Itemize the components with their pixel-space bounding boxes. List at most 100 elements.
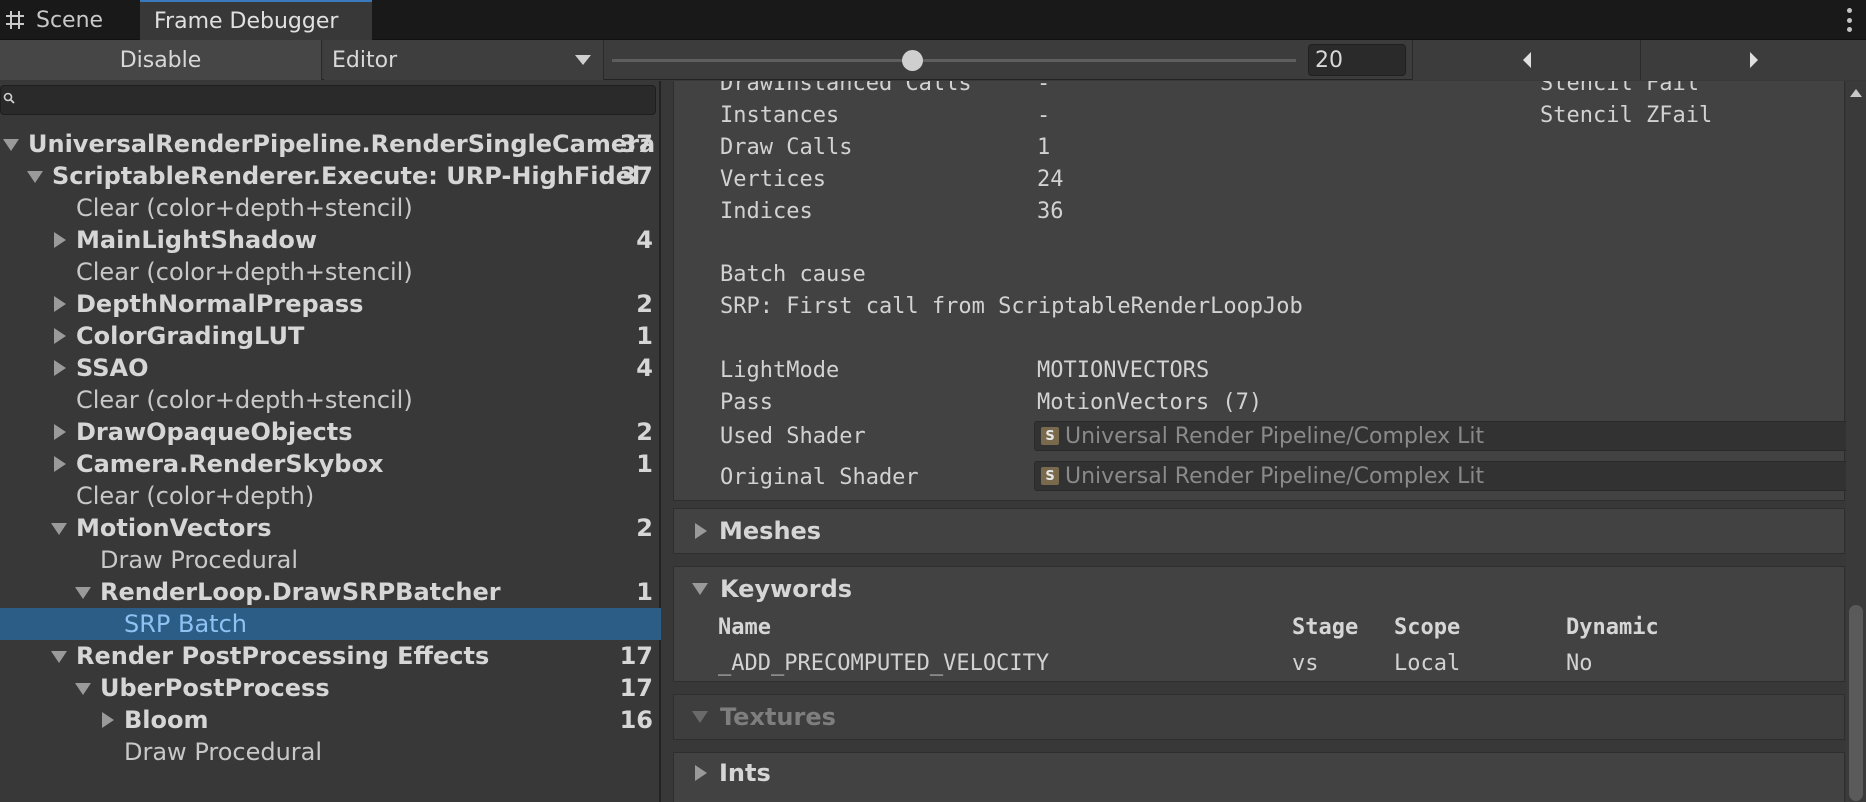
tree-row-count: 1 bbox=[636, 322, 653, 350]
pass-label: Pass bbox=[720, 389, 773, 415]
tree-row[interactable]: ColorGradingLUT 1 bbox=[0, 320, 661, 352]
chevron-down-icon[interactable] bbox=[0, 134, 22, 154]
search-icon bbox=[3, 92, 15, 104]
keywords-title: Keywords bbox=[720, 575, 853, 603]
tree-row-label: Render PostProcessing Effects bbox=[76, 642, 490, 670]
chevron-down-icon[interactable] bbox=[72, 582, 94, 602]
chevron-right-icon[interactable] bbox=[48, 294, 70, 314]
chevron-right-icon[interactable] bbox=[48, 422, 70, 442]
used-shader-value: Universal Render Pipeline/Complex Lit bbox=[1065, 423, 1485, 449]
keywords-foldout[interactable]: Keywords bbox=[674, 567, 852, 611]
tree-row[interactable]: RenderLoop.DrawSRPBatcher 1 bbox=[0, 576, 661, 608]
original-shader-field[interactable]: S Universal Render Pipeline/Complex Lit bbox=[1034, 461, 1866, 491]
instances-row: Instances - bbox=[720, 99, 1050, 131]
frame-number-value: 20 bbox=[1315, 47, 1343, 73]
arrow-left-icon bbox=[1522, 52, 1531, 68]
tree-row[interactable]: Clear (color+depth+stencil) bbox=[0, 192, 661, 224]
details-scrollbar[interactable] bbox=[1846, 81, 1866, 802]
draw-instanced-label: DrawInstanced Calls bbox=[720, 81, 972, 96]
search-input[interactable] bbox=[0, 85, 656, 115]
chevron-right-icon[interactable] bbox=[96, 710, 118, 730]
tree-row-label: RenderLoop.DrawSRPBatcher bbox=[100, 578, 501, 606]
kebab-menu-icon[interactable] bbox=[1846, 8, 1852, 32]
tree-row[interactable]: Render PostProcessing Effects 17 bbox=[0, 640, 661, 672]
instances-label: Instances bbox=[720, 102, 840, 128]
textures-foldout[interactable]: Textures bbox=[674, 695, 836, 739]
tree-row[interactable]: Draw Procedural bbox=[0, 736, 661, 768]
chevron-down-icon[interactable] bbox=[48, 646, 70, 666]
meshes-title: Meshes bbox=[719, 517, 822, 545]
tree-row[interactable]: DrawOpaqueObjects 2 bbox=[0, 416, 661, 448]
tree-row-count: 17 bbox=[619, 674, 653, 702]
tree-row-label: Draw Procedural bbox=[100, 546, 299, 574]
tree-row-count: 1 bbox=[636, 578, 653, 606]
tree-row-label: SRP Batch bbox=[124, 610, 247, 638]
indices-value: 36 bbox=[1037, 198, 1064, 224]
chevron-down-icon[interactable] bbox=[24, 166, 46, 186]
draw-instanced-value: - bbox=[1037, 81, 1051, 96]
event-hierarchy-panel: UniversalRenderPipeline.RenderSingleCame… bbox=[0, 81, 661, 802]
scrollbar-thumb[interactable] bbox=[1849, 605, 1863, 801]
chevron-down-icon bbox=[692, 583, 708, 595]
chevron-down-icon[interactable] bbox=[72, 678, 94, 698]
lightmode-row: LightMode MOTIONVECTORS bbox=[720, 354, 1209, 386]
tree-row[interactable]: ScriptableRenderer.Execute: URP-HighFide… bbox=[0, 160, 661, 192]
instances-value: - bbox=[1037, 102, 1051, 128]
chevron-right-icon[interactable] bbox=[48, 358, 70, 378]
batch-cause-value: SRP: First call from ScriptableRenderLoo… bbox=[720, 293, 1303, 319]
tree-row[interactable]: Camera.RenderSkybox 1 bbox=[0, 448, 661, 480]
keywords-header-scope: Scope bbox=[1394, 615, 1461, 640]
tree-row[interactable]: UniversalRenderPipeline.RenderSingleCame… bbox=[0, 128, 661, 160]
lightmode-value: MOTIONVECTORS bbox=[1037, 357, 1210, 383]
tree-row-label: Clear (color+depth+stencil) bbox=[76, 258, 413, 286]
tree-row[interactable]: DepthNormalPrepass 2 bbox=[0, 288, 661, 320]
tree-row-label: Clear (color+depth) bbox=[76, 482, 315, 510]
chevron-right-icon[interactable] bbox=[48, 326, 70, 346]
tree-row[interactable]: Draw Procedural bbox=[0, 544, 661, 576]
tree-row[interactable]: SRP Batch bbox=[0, 608, 661, 640]
tree-row[interactable]: MainLightShadow 4 bbox=[0, 224, 661, 256]
chevron-down-icon[interactable] bbox=[48, 518, 70, 538]
tree-row[interactable]: UberPostProcess 17 bbox=[0, 672, 661, 704]
tree-row[interactable]: Clear (color+depth+stencil) bbox=[0, 384, 661, 416]
target-dropdown[interactable]: Editor bbox=[324, 40, 604, 80]
ints-foldout[interactable]: Ints bbox=[674, 753, 771, 793]
frame-slider-track[interactable] bbox=[612, 59, 1296, 62]
original-shader-value: Universal Render Pipeline/Complex Lit bbox=[1065, 463, 1485, 489]
tree-row-count: 1 bbox=[636, 450, 653, 478]
keyword-stage: vs bbox=[1292, 651, 1319, 676]
keyword-scope: Local bbox=[1394, 651, 1461, 676]
draw-calls-label: Draw Calls bbox=[720, 134, 853, 160]
tab-scene-label: Scene bbox=[36, 7, 104, 33]
window-tab-bar: Scene Frame Debugger bbox=[0, 0, 1866, 40]
tree-row-label: ColorGradingLUT bbox=[76, 322, 305, 350]
indices-label: Indices bbox=[720, 198, 813, 224]
tree-row[interactable]: Bloom 16 bbox=[0, 704, 661, 736]
chevron-down-icon bbox=[692, 711, 708, 723]
used-shader-field[interactable]: S Universal Render Pipeline/Complex Lit bbox=[1034, 421, 1866, 451]
previous-frame-button[interactable] bbox=[1412, 40, 1640, 80]
keywords-header-name: Name bbox=[718, 615, 771, 640]
vertices-label: Vertices bbox=[720, 166, 826, 192]
tree-row-label: UniversalRenderPipeline.RenderSingleCame… bbox=[28, 130, 656, 158]
frame-number-input[interactable]: 20 bbox=[1308, 44, 1406, 76]
scroll-up-icon[interactable] bbox=[1850, 89, 1862, 97]
keyword-dynamic: No bbox=[1566, 651, 1593, 676]
draw-call-details: DrawInstanced Calls - Stencil Fail Insta… bbox=[673, 81, 1866, 501]
meshes-foldout[interactable]: Meshes bbox=[674, 509, 821, 553]
disable-button[interactable]: Disable bbox=[0, 40, 322, 80]
grid-icon bbox=[4, 9, 26, 31]
tab-frame-debugger[interactable]: Frame Debugger bbox=[140, 0, 372, 40]
shader-icon: S bbox=[1041, 467, 1059, 485]
tab-scene[interactable]: Scene bbox=[0, 0, 140, 40]
chevron-right-icon[interactable] bbox=[48, 230, 70, 250]
event-tree: UniversalRenderPipeline.RenderSingleCame… bbox=[0, 128, 661, 768]
tree-row[interactable]: SSAO 4 bbox=[0, 352, 661, 384]
tree-row[interactable]: Clear (color+depth) bbox=[0, 480, 661, 512]
tree-row-label: Clear (color+depth+stencil) bbox=[76, 194, 413, 222]
tree-row[interactable]: MotionVectors 2 bbox=[0, 512, 661, 544]
next-frame-button[interactable] bbox=[1640, 40, 1866, 80]
tree-row[interactable]: Clear (color+depth+stencil) bbox=[0, 256, 661, 288]
chevron-right-icon[interactable] bbox=[48, 454, 70, 474]
indices-row: Indices 36 bbox=[720, 195, 1064, 227]
